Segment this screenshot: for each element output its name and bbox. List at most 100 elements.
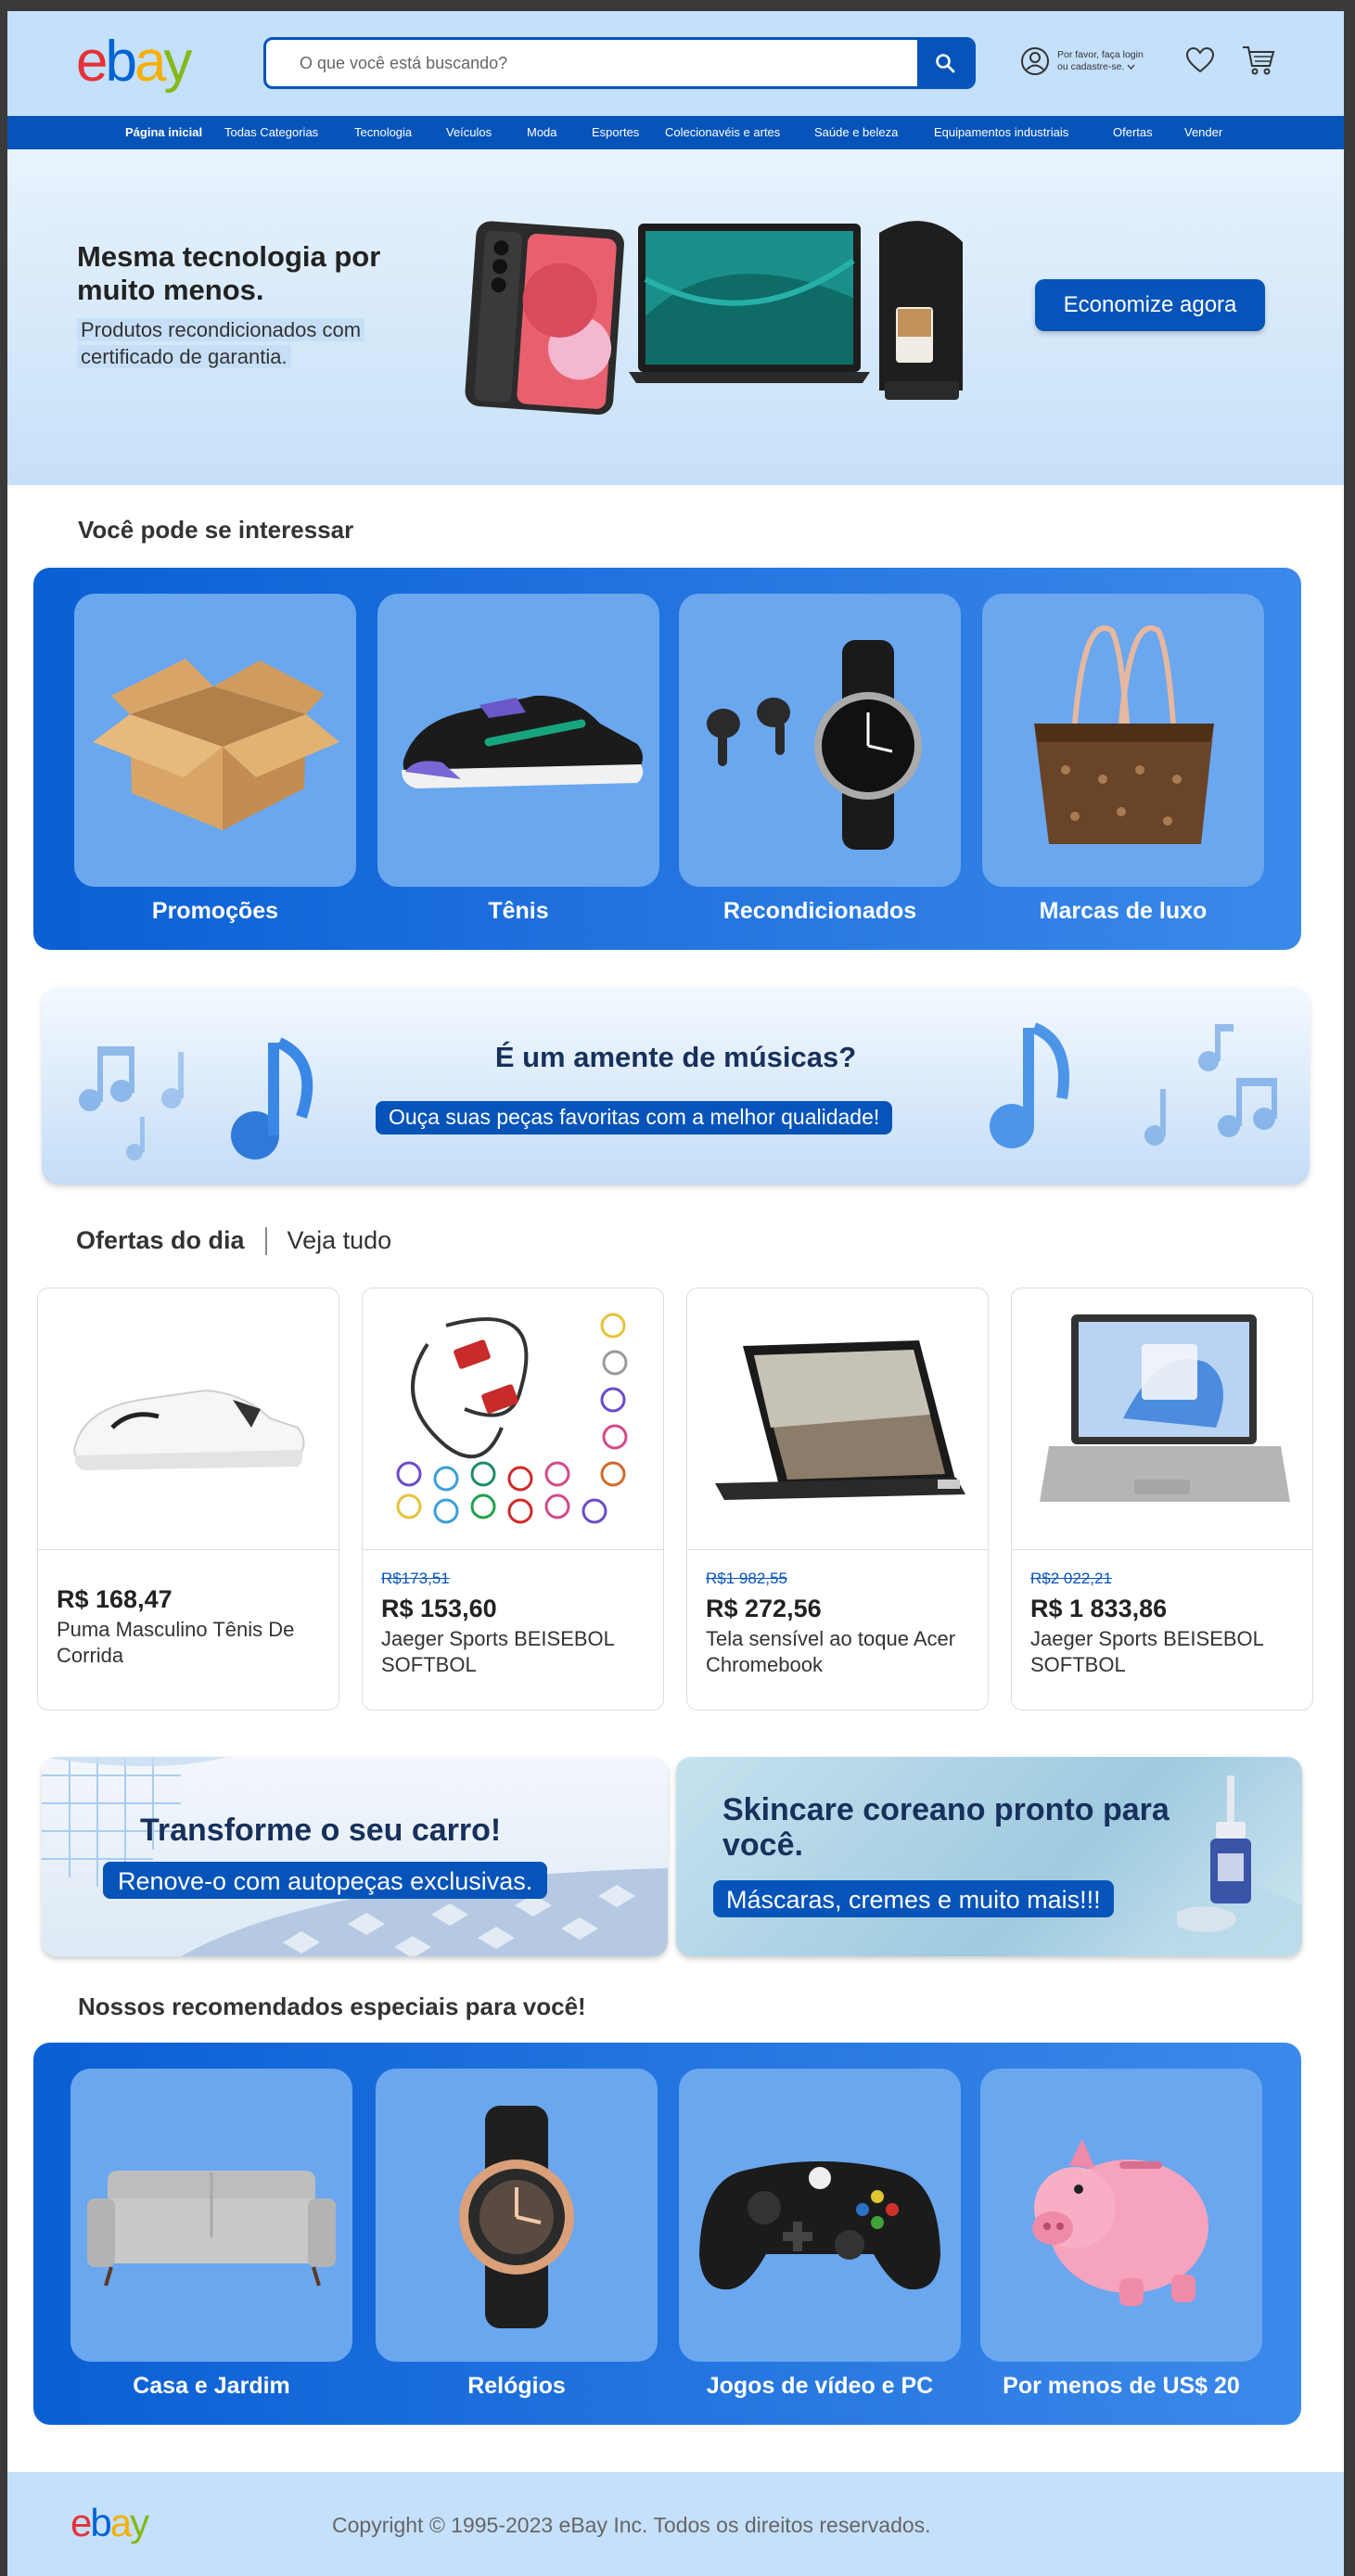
music-note-icon bbox=[990, 1022, 1277, 1148]
deal-price: R$ 153,60 bbox=[381, 1595, 497, 1622]
tire-tread-image bbox=[42, 1757, 668, 1956]
nav-technology[interactable]: Tecnologia bbox=[354, 125, 412, 139]
category-nav: Página inicial Todas Categorias Tecnolog… bbox=[7, 116, 1344, 149]
promo-skincare-title: Skincare coreano pronto para você. bbox=[722, 1792, 1170, 1863]
header: ebay Por favor, faça login ou cadastre-s… bbox=[7, 11, 1344, 116]
promo-car-subtitle: Renove-o com autopeças exclusivas. bbox=[103, 1862, 548, 1899]
nav-sell[interactable]: Vender bbox=[1184, 125, 1222, 139]
account-link[interactable]: Por favor, faça login ou cadastre-se. bbox=[1020, 46, 1144, 76]
nav-all-categories[interactable]: Todas Categorias bbox=[224, 125, 318, 139]
interest-card-promotions[interactable] bbox=[74, 594, 356, 887]
deal-price: R$ 168,47 bbox=[57, 1585, 173, 1613]
interest-label-sneakers: Tênis bbox=[488, 898, 549, 924]
recommended-label-games: Jogos de vídeo e PC bbox=[706, 2373, 934, 2399]
interest-title: Você pode se interessar bbox=[78, 516, 354, 544]
divider bbox=[264, 1226, 267, 1255]
sneaker-image bbox=[73, 1389, 305, 1470]
box-image bbox=[93, 659, 339, 830]
see-all-link[interactable]: Veja tudo bbox=[288, 1226, 392, 1255]
sofa-image bbox=[87, 2171, 336, 2287]
chevron-down-icon bbox=[1127, 64, 1135, 70]
login-text: Por favor, faça login bbox=[1057, 49, 1144, 60]
deal-image bbox=[1012, 1288, 1312, 1550]
hero-products-image bbox=[465, 221, 963, 415]
deal-price: R$ 1 833,86 bbox=[1030, 1595, 1168, 1622]
deal-name: Tela sensível ao toque Acer Chromebook bbox=[706, 1627, 956, 1676]
deal-card[interactable]: R$1 982,55 R$ 272,56 Tela sensível ao to… bbox=[686, 1288, 989, 1711]
nav-deals[interactable]: Ofertas bbox=[1113, 125, 1153, 139]
nav-vehicles[interactable]: Veículos bbox=[446, 125, 492, 139]
resistance-band-image bbox=[396, 1313, 628, 1524]
music-banner[interactable]: É um amente de músicas? Ouça suas peças … bbox=[42, 987, 1310, 1185]
search-input[interactable] bbox=[266, 40, 915, 86]
watch-icon bbox=[459, 2106, 574, 2328]
deal-old-price: R$1 982,55 bbox=[706, 1570, 787, 1587]
signup-text: ou cadastre-se. bbox=[1057, 61, 1144, 73]
interest-card-sneakers[interactable] bbox=[377, 594, 659, 887]
nav-collectibles[interactable]: Colecionavéis e artes bbox=[665, 125, 780, 139]
nav-sports[interactable]: Esportes bbox=[592, 125, 639, 139]
ebay-logo[interactable]: ebay bbox=[76, 33, 192, 91]
recommended-label-home: Casa e Jardim bbox=[133, 2373, 290, 2399]
recommended-title: Nossos recomendados especiais para você! bbox=[78, 1993, 586, 2020]
search-bar bbox=[263, 37, 976, 89]
footer-ebay-logo[interactable]: ebay bbox=[70, 2504, 149, 2543]
search-icon bbox=[936, 54, 955, 73]
hero-subtitle: Produtos recondicionados com certificado… bbox=[77, 316, 383, 370]
nav-industrial[interactable]: Equipamentos industriais bbox=[934, 125, 1068, 139]
deal-image bbox=[38, 1288, 339, 1550]
gamepad-icon bbox=[699, 2161, 940, 2290]
recommended-panel: Casa e Jardim Relógios Jogos de vídeo e … bbox=[33, 2043, 1301, 2425]
recommended-card-under-20[interactable] bbox=[980, 2069, 1262, 2362]
wishlist-button[interactable] bbox=[1185, 46, 1215, 79]
deals-title: Ofertas do dia bbox=[76, 1226, 245, 1254]
promo-car-banner[interactable]: Transforme o seu carro! Renove-o com aut… bbox=[42, 1757, 668, 1956]
hero-title: Mesma tecnologia por muito menos. bbox=[77, 240, 381, 306]
recommended-card-games[interactable] bbox=[679, 2069, 961, 2362]
deals-header: Ofertas do dia Veja tudo bbox=[76, 1226, 391, 1255]
footer: ebay Copyright © 1995-2023 eBay Inc. Tod… bbox=[7, 2472, 1344, 2576]
music-note-icon bbox=[79, 1037, 313, 1160]
recommended-card-watches[interactable] bbox=[376, 2069, 658, 2362]
chromebook-image bbox=[715, 1340, 965, 1500]
sneaker-image bbox=[402, 695, 644, 788]
deal-old-price: R$173,51 bbox=[381, 1570, 450, 1587]
music-banner-title: É um amente de músicas? bbox=[494, 1041, 857, 1073]
nav-fashion[interactable]: Moda bbox=[527, 125, 557, 139]
deal-card[interactable]: R$2 022,21 R$ 1 833,86 Jaeger Sports BEI… bbox=[1011, 1288, 1313, 1711]
deal-card[interactable]: R$173,51 R$ 153,60 Jaeger Sports BEISEBO… bbox=[362, 1288, 664, 1711]
interest-label-promotions: Promoções bbox=[151, 898, 279, 924]
recommended-label-watches: Relógios bbox=[467, 2373, 566, 2399]
save-now-button[interactable]: Economize agora bbox=[1035, 279, 1265, 331]
piggy-bank-icon bbox=[1032, 2139, 1208, 2306]
deal-card[interactable]: R$ 168,47 Puma Masculino Tênis De Corrid… bbox=[37, 1288, 339, 1711]
deal-image bbox=[687, 1288, 988, 1550]
deal-name: Puma Masculino Tênis De Corrida bbox=[57, 1618, 295, 1667]
deal-name: Jaeger Sports BEISEBOL SOFTBOL bbox=[381, 1627, 615, 1676]
nav-home[interactable]: Página inicial bbox=[125, 125, 202, 139]
copyright-text: Copyright © 1995-2023 eBay Inc. Todos os… bbox=[332, 2513, 931, 2537]
hero-banner: Mesma tecnologia por muito menos. Produt… bbox=[7, 149, 1344, 485]
search-button[interactable] bbox=[917, 40, 973, 86]
interest-panel: Promoções Tênis Recondicionados Marcas d… bbox=[33, 568, 1301, 950]
deal-price: R$ 272,56 bbox=[706, 1595, 822, 1622]
promo-car-title: Transforme o seu carro! bbox=[140, 1813, 502, 1848]
handbag-image bbox=[1034, 625, 1214, 844]
cart-icon bbox=[1243, 46, 1275, 75]
deal-image bbox=[363, 1288, 663, 1550]
laptop-image bbox=[1040, 1314, 1290, 1502]
user-icon bbox=[1021, 47, 1049, 75]
promo-skincare-banner[interactable]: Skincare coreano pronto para você. Másca… bbox=[676, 1757, 1302, 1956]
cart-button[interactable] bbox=[1241, 45, 1276, 81]
music-banner-subtitle: Ouça suas peças favoritas com a melhor q… bbox=[376, 1101, 893, 1134]
interest-label-refurbished: Recondicionados bbox=[722, 898, 917, 924]
nav-health-beauty[interactable]: Saúde e beleza bbox=[814, 125, 898, 139]
deal-old-price: R$2 022,21 bbox=[1030, 1570, 1112, 1587]
deal-name: Jaeger Sports BEISEBOL SOFTBOL bbox=[1030, 1627, 1264, 1676]
heart-icon bbox=[1185, 46, 1215, 73]
recommended-card-home[interactable] bbox=[70, 2069, 352, 2362]
interest-card-refurbished[interactable] bbox=[679, 594, 961, 887]
promo-skincare-subtitle: Máscaras, cremes e muito mais!!! bbox=[713, 1880, 1114, 1917]
recommended-label-under-20: Por menos de US$ 20 bbox=[1003, 2373, 1240, 2399]
interest-card-luxury[interactable] bbox=[982, 594, 1264, 887]
